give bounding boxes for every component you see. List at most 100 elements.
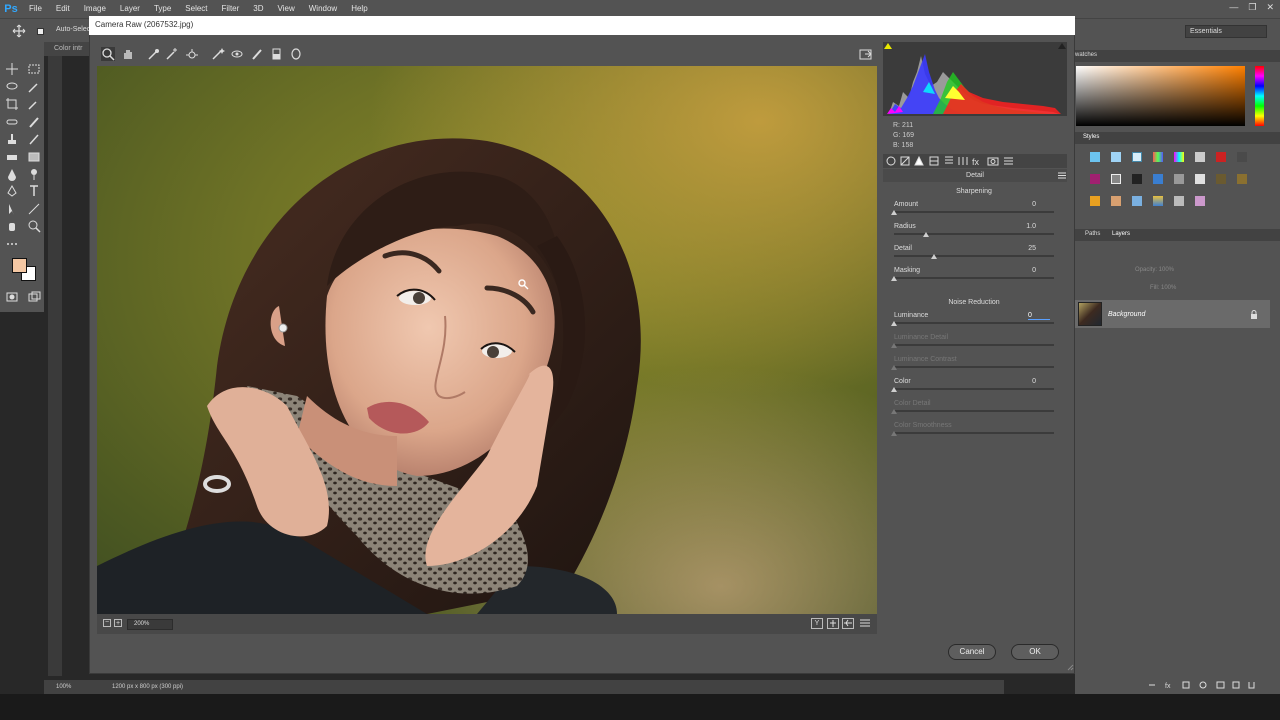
- red-eye-icon[interactable]: [230, 47, 244, 61]
- auto-select-checkbox[interactable]: [37, 28, 44, 35]
- slider-track[interactable]: [894, 277, 1054, 279]
- preview-image[interactable]: [97, 66, 877, 614]
- layer-name[interactable]: Background: [1108, 311, 1145, 318]
- style-swatch[interactable]: [1216, 174, 1226, 184]
- close-icon[interactable]: ✕: [1266, 2, 1274, 13]
- style-swatch[interactable]: [1153, 152, 1163, 162]
- white-balance-icon[interactable]: [147, 47, 161, 61]
- panel-menu-icon[interactable]: [1058, 172, 1066, 179]
- hand-icon[interactable]: [5, 219, 21, 233]
- eyedropper-icon[interactable]: [27, 97, 43, 111]
- type-icon[interactable]: [27, 184, 43, 198]
- color-sampler-icon[interactable]: [165, 47, 179, 61]
- style-swatch[interactable]: [1132, 196, 1142, 206]
- slider-track[interactable]: [894, 255, 1054, 257]
- menu-file[interactable]: File: [22, 0, 49, 18]
- style-swatch[interactable]: [1111, 196, 1121, 206]
- history-brush-icon[interactable]: [27, 132, 43, 146]
- zoom-level-select[interactable]: 200%: [127, 619, 173, 630]
- tab-effects-icon[interactable]: fx: [972, 157, 980, 167]
- copy-settings-icon[interactable]: [842, 618, 854, 629]
- highlight-clipping-icon[interactable]: [1058, 43, 1066, 49]
- style-swatch[interactable]: [1153, 174, 1163, 184]
- menu-edit[interactable]: Edit: [49, 0, 77, 18]
- slider-thumb[interactable]: [891, 387, 897, 392]
- zoom-tool-icon[interactable]: [101, 47, 115, 61]
- zoom-icon[interactable]: [27, 219, 43, 233]
- zoom-out-icon[interactable]: −: [103, 619, 111, 627]
- slider-track[interactable]: [894, 388, 1054, 390]
- foreground-color-swatch[interactable]: [12, 258, 27, 273]
- dodge-icon[interactable]: [27, 167, 43, 181]
- tab-detail-icon[interactable]: [914, 155, 924, 166]
- move-icon[interactable]: [5, 62, 21, 76]
- crop-icon[interactable]: [5, 97, 21, 111]
- shadow-clipping-icon[interactable]: [884, 43, 892, 49]
- style-swatch[interactable]: [1174, 196, 1184, 206]
- targeted-adjust-icon[interactable]: [185, 47, 199, 61]
- style-swatch[interactable]: [1090, 196, 1100, 206]
- style-swatch[interactable]: [1174, 174, 1184, 184]
- hand-tool-icon[interactable]: [121, 47, 135, 61]
- tab-tone-curve-icon[interactable]: [900, 156, 910, 166]
- radial-filter-icon[interactable]: [289, 47, 303, 61]
- cancel-button[interactable]: Cancel: [948, 644, 996, 660]
- stamp-icon[interactable]: [5, 132, 21, 146]
- swap-settings-icon[interactable]: [827, 618, 839, 629]
- tab-presets-icon[interactable]: [1004, 157, 1013, 165]
- tab-hsl-icon[interactable]: [929, 156, 939, 166]
- styles-tab[interactable]: Styles: [1083, 134, 1099, 140]
- style-swatch[interactable]: [1174, 152, 1184, 162]
- gradient-icon[interactable]: [27, 150, 43, 164]
- tab-basic-icon[interactable]: [886, 156, 896, 166]
- fill-field[interactable]: Fill: 100%: [1150, 285, 1176, 291]
- resize-grip-icon[interactable]: [1067, 664, 1074, 671]
- document-tab[interactable]: Color intr: [44, 42, 92, 56]
- screen-mode-icon[interactable]: [27, 290, 43, 304]
- spot-removal-icon[interactable]: [211, 47, 225, 61]
- marquee-icon[interactable]: [27, 62, 43, 76]
- style-swatch[interactable]: [1090, 174, 1100, 184]
- slider-thumb[interactable]: [923, 232, 929, 237]
- toggle-fullscreen-icon[interactable]: [859, 47, 873, 61]
- hue-slider[interactable]: [1255, 66, 1264, 126]
- magic-wand-icon[interactable]: [27, 80, 43, 94]
- before-after-icon[interactable]: Y: [811, 618, 823, 629]
- layer-thumbnail[interactable]: [1078, 302, 1102, 326]
- tab-lens-icon[interactable]: [958, 157, 968, 165]
- style-swatch[interactable]: [1090, 152, 1100, 162]
- slider-value[interactable]: 0: [1012, 267, 1036, 274]
- slider-thumb[interactable]: [891, 321, 897, 326]
- minimize-icon[interactable]: —: [1229, 2, 1238, 13]
- paths-tab[interactable]: Paths: [1085, 231, 1100, 237]
- quick-mask-icon[interactable]: [5, 290, 21, 304]
- slider-value[interactable]: 0: [1012, 378, 1036, 385]
- style-swatch[interactable]: [1111, 174, 1121, 184]
- slider-thumb[interactable]: [931, 254, 937, 259]
- status-zoom[interactable]: 100%: [56, 684, 71, 690]
- style-swatch[interactable]: [1153, 196, 1163, 206]
- move-tool-icon[interactable]: [12, 24, 26, 38]
- slider-value[interactable]: 0: [1028, 312, 1050, 320]
- style-swatch[interactable]: [1111, 152, 1121, 162]
- slider-thumb[interactable]: [891, 276, 897, 281]
- pen-icon[interactable]: [5, 184, 21, 198]
- color-picker-field[interactable]: [1076, 66, 1245, 126]
- style-swatch[interactable]: [1195, 174, 1205, 184]
- tab-camera-calibration-icon[interactable]: [987, 157, 999, 166]
- opacity-field[interactable]: Opacity: 100%: [1135, 267, 1174, 273]
- style-swatch[interactable]: [1195, 196, 1205, 206]
- style-swatch[interactable]: [1195, 152, 1205, 162]
- workspace-select[interactable]: Essentials: [1185, 25, 1267, 38]
- style-swatch[interactable]: [1216, 152, 1226, 162]
- zoom-in-icon[interactable]: +: [114, 619, 122, 627]
- layers-tab[interactable]: Layers: [1112, 231, 1130, 237]
- lasso-icon[interactable]: [5, 80, 21, 94]
- swatches-tab[interactable]: watches: [1075, 52, 1097, 58]
- eraser-icon[interactable]: [5, 150, 21, 164]
- slider-track[interactable]: [894, 211, 1054, 213]
- style-swatch[interactable]: [1132, 174, 1142, 184]
- path-select-icon[interactable]: [5, 202, 21, 216]
- adjustment-brush-icon[interactable]: [250, 47, 264, 61]
- restore-icon[interactable]: ❐: [1248, 2, 1256, 13]
